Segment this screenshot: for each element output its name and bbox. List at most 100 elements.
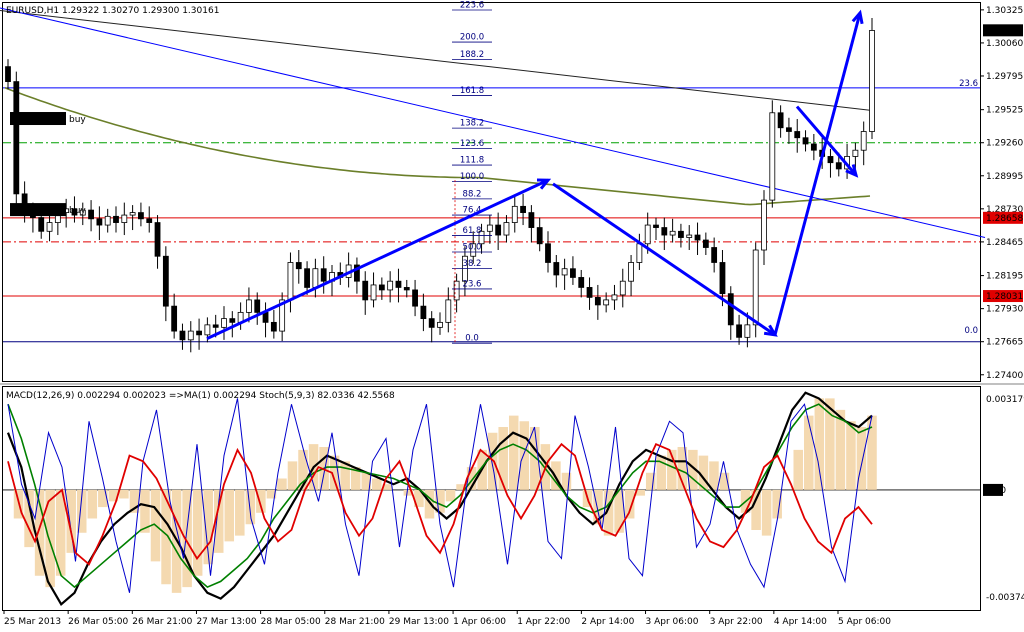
- candle-body: [204, 324, 211, 336]
- candle-body: [852, 149, 859, 157]
- fib-level-label: 138.2: [460, 119, 484, 129]
- candle-body: [860, 131, 867, 151]
- candle-body: [661, 227, 668, 236]
- candle-body: [88, 209, 94, 220]
- candle-body: [644, 224, 651, 245]
- time-tick-label: 25 Mar 2013: [4, 617, 61, 627]
- candle-body: [229, 318, 236, 323]
- candle-body: [270, 321, 277, 332]
- candle-body: [511, 205, 518, 223]
- buy-marker: [10, 203, 66, 217]
- candle-body: [586, 287, 593, 298]
- candle-body: [445, 299, 452, 323]
- candle-body: [827, 156, 834, 164]
- candle-body: [628, 262, 634, 282]
- candle-body: [835, 162, 842, 170]
- fib-level-label: 23.6: [463, 279, 482, 289]
- price-tick-label: 1.28995: [986, 172, 1023, 182]
- candle-body: [802, 137, 809, 145]
- fib-right-label: 23.6: [959, 79, 978, 89]
- candle-body: [619, 280, 626, 296]
- candle-body: [428, 318, 435, 328]
- fib-level-label: 61.8: [463, 226, 482, 236]
- indicator-header: MACD(12,26,9) 0.002294 0.002023 =>MA(1) …: [6, 391, 395, 401]
- time-tick-label: 1 Apr 22:00: [517, 617, 570, 627]
- candle-body: [752, 249, 759, 326]
- candle-body: [146, 218, 153, 223]
- price-tick-label: 1.30325: [986, 6, 1023, 16]
- candle-body: [495, 224, 502, 236]
- candle-body: [262, 311, 269, 323]
- buy-label: buy: [69, 206, 86, 216]
- fib-level-label: 50.0: [463, 243, 482, 253]
- candle-body: [96, 218, 103, 226]
- candle-body: [395, 280, 402, 288]
- price-tick-label: 1.27400: [986, 371, 1023, 381]
- price-tick-label: 1.28465: [986, 238, 1023, 248]
- time-tick-label: 26 Mar 05:00: [68, 617, 128, 627]
- time-tick-label: 26 Mar 21:00: [132, 617, 192, 627]
- candle-body: [370, 284, 377, 301]
- candle-body: [570, 268, 576, 278]
- price-tick-label: 1.28195: [986, 272, 1023, 282]
- price-tick-label: 1.29795: [986, 72, 1023, 82]
- candle-body: [869, 30, 875, 132]
- candle-body: [578, 277, 585, 288]
- candle-body: [769, 112, 776, 201]
- fib-level-label: 38.2: [463, 259, 482, 269]
- candle-body: [129, 212, 136, 216]
- candle-body: [611, 294, 618, 301]
- candle-body: [561, 268, 568, 276]
- symbol-header: EURUSD,H1 1.29322 1.30270 1.29300 1.3016…: [6, 6, 219, 16]
- time-tick-label: 4 Apr 14:00: [774, 617, 827, 627]
- price-label-text: 1.28658: [986, 214, 1023, 224]
- buy-label: buy: [69, 115, 86, 125]
- fib-level-label: 0.0: [465, 334, 479, 344]
- candle-body: [304, 268, 310, 288]
- candle-body: [744, 324, 751, 338]
- candle-body: [686, 234, 693, 238]
- fib-level-label: 100.0: [460, 172, 484, 182]
- candle-body: [711, 247, 718, 263]
- candle-body: [104, 215, 111, 226]
- candle-body: [653, 224, 659, 228]
- candle-body: [162, 255, 169, 307]
- candle-body: [171, 305, 178, 332]
- fib-level-label: 161.8: [460, 86, 484, 96]
- candle-body: [553, 262, 560, 276]
- candle-body: [403, 287, 410, 291]
- price-tick-label: 1.30060: [986, 39, 1023, 49]
- candle-body: [187, 330, 194, 341]
- indicator-tick-label: 0.003179: [986, 395, 1024, 405]
- candle-body: [246, 299, 252, 313]
- fib-level-label: 188.2: [460, 50, 484, 60]
- candle-body: [121, 214, 128, 223]
- candle-body: [412, 289, 418, 307]
- candle-body: [5, 66, 11, 82]
- candle-body: [362, 280, 369, 301]
- fib-level-label: 223.6: [460, 0, 484, 10]
- candle-body: [38, 217, 45, 232]
- price-tick-label: 1.29525: [986, 106, 1023, 116]
- price-tick-label: 1.29260: [986, 139, 1023, 149]
- candle-body: [503, 222, 510, 236]
- time-tick-label: 5 Apr 06:00: [838, 617, 891, 627]
- candle-body: [794, 131, 801, 139]
- candle-body: [254, 299, 261, 313]
- candle-body: [287, 262, 294, 301]
- price-tick-label: 1.27665: [986, 338, 1023, 348]
- chart-window: 223.6 200.0 188.2 161.8 138.2 123.6 111.8 100.0…: [0, 0, 1024, 627]
- fib-level-label: 200.0: [460, 33, 484, 43]
- candle-body: [378, 284, 385, 291]
- candle-body: [154, 222, 161, 257]
- candle-body: [221, 318, 227, 328]
- fib-level-label: 88.2: [463, 189, 482, 199]
- candle-body: [736, 324, 742, 338]
- candle-body: [669, 230, 676, 236]
- price-label-text: 1.28031: [986, 292, 1023, 302]
- candle-body: [437, 321, 443, 328]
- candle-body: [694, 234, 701, 241]
- time-tick-label: 3 Apr 22:00: [710, 617, 763, 627]
- time-tick-label: 28 Mar 21:00: [325, 617, 385, 627]
- candle-body: [702, 239, 709, 248]
